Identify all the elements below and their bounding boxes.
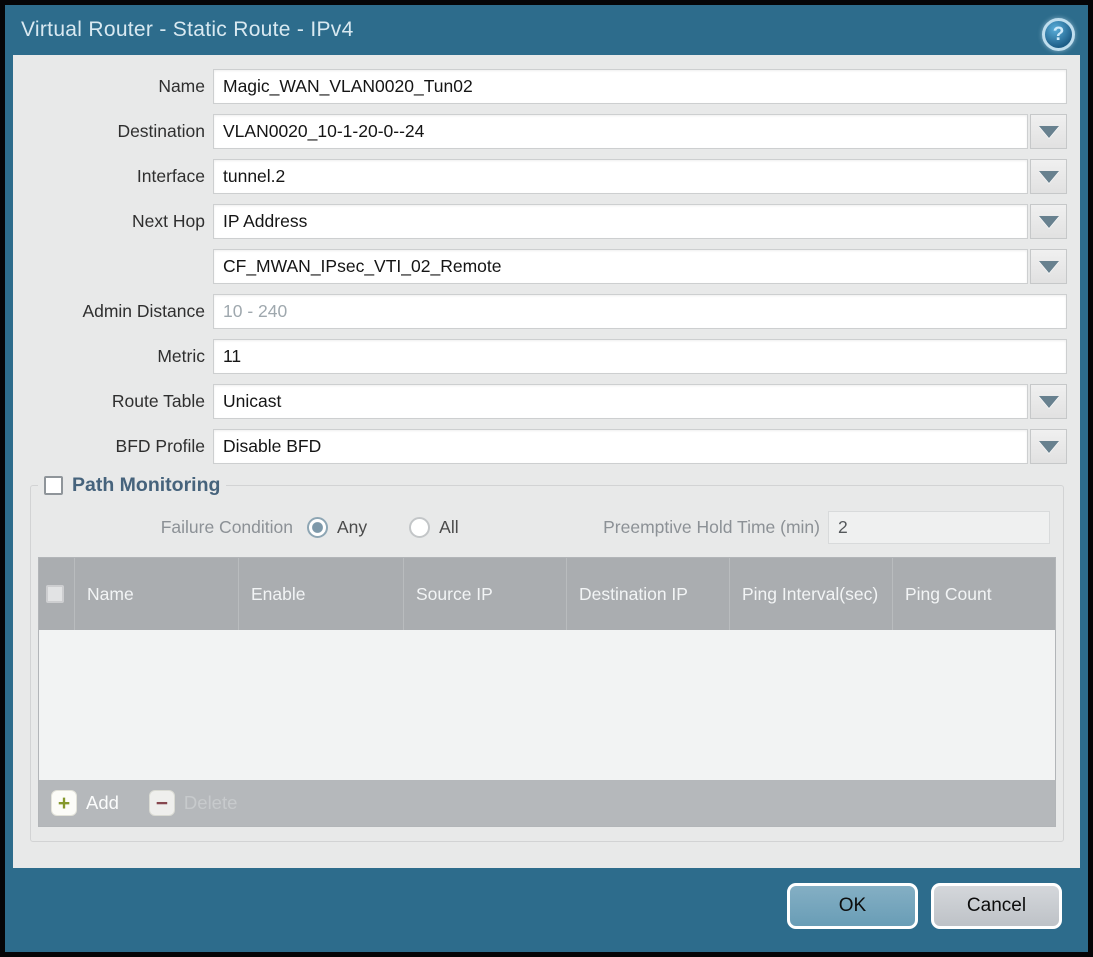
add-button[interactable]: + Add: [51, 790, 119, 816]
next-hop-address-input[interactable]: [213, 249, 1028, 284]
chevron-down-icon: [1039, 171, 1059, 183]
cancel-button[interactable]: Cancel: [931, 883, 1062, 929]
ok-button[interactable]: OK: [787, 883, 918, 929]
metric-input[interactable]: [213, 339, 1067, 374]
interface-dropdown-button[interactable]: [1030, 159, 1067, 194]
dialog-body: Name Destination Interface: [13, 55, 1080, 868]
failure-condition-row: Failure Condition Any All Preemptive Hol…: [38, 511, 1056, 544]
next-hop-label: Next Hop: [13, 211, 205, 232]
bfd-profile-selected-value: Disable BFD: [223, 436, 321, 457]
next-hop-dropdown-button[interactable]: [1030, 204, 1067, 239]
name-input[interactable]: [213, 69, 1067, 104]
column-header-ping-count: Ping Count: [893, 558, 1055, 630]
form-row-next-hop-address: [13, 249, 1067, 284]
route-table-selected-value: Unicast: [223, 391, 281, 412]
form-row-route-table: Route Table Unicast: [13, 384, 1067, 419]
admin-distance-input[interactable]: [213, 294, 1067, 329]
path-monitoring-legend: Path Monitoring: [38, 474, 226, 497]
route-table-dropdown-button[interactable]: [1030, 384, 1067, 419]
path-monitoring-table-header: Name Enable Source IP Destination IP Pin…: [39, 558, 1055, 630]
next-hop-selected-value: IP Address: [223, 211, 307, 232]
add-button-label: Add: [86, 792, 119, 814]
destination-input[interactable]: [213, 114, 1028, 149]
form-row-metric: Metric: [13, 339, 1067, 374]
header-checkbox-cell: [39, 558, 75, 630]
radio-all-label: All: [439, 517, 458, 538]
form-row-bfd-profile: BFD Profile Disable BFD: [13, 429, 1067, 464]
interface-label: Interface: [13, 166, 205, 187]
path-monitoring-group: Path Monitoring Failure Condition Any Al…: [30, 474, 1064, 842]
name-label: Name: [13, 76, 205, 97]
dialog-window: Virtual Router - Static Route - IPv4 ? N…: [5, 5, 1088, 952]
form-row-interface: Interface: [13, 159, 1067, 194]
column-header-source-ip: Source IP: [404, 558, 567, 630]
chevron-down-icon: [1039, 396, 1059, 408]
path-monitoring-title: Path Monitoring: [72, 474, 220, 497]
radio-all-icon: [409, 517, 430, 538]
bfd-profile-dropdown-button[interactable]: [1030, 429, 1067, 464]
route-table-select[interactable]: Unicast: [213, 384, 1028, 419]
next-hop-select[interactable]: IP Address: [213, 204, 1028, 239]
interface-input[interactable]: [213, 159, 1028, 194]
select-all-checkbox[interactable]: [46, 585, 64, 603]
metric-label: Metric: [13, 346, 205, 367]
delete-button[interactable]: − Delete: [149, 790, 237, 816]
destination-dropdown-button[interactable]: [1030, 114, 1067, 149]
dialog-titlebar: Virtual Router - Static Route - IPv4: [5, 5, 1088, 55]
column-header-ping-interval: Ping Interval(sec): [730, 558, 893, 630]
path-monitoring-table: Name Enable Source IP Destination IP Pin…: [38, 557, 1056, 827]
failure-condition-option-all[interactable]: All: [409, 517, 458, 538]
bfd-profile-select[interactable]: Disable BFD: [213, 429, 1028, 464]
failure-condition-option-any[interactable]: Any: [307, 517, 367, 538]
preemptive-hold-time-label: Preemptive Hold Time (min): [603, 517, 820, 538]
dialog-title: Virtual Router - Static Route - IPv4: [21, 18, 354, 42]
route-table-label: Route Table: [13, 391, 205, 412]
column-header-name: Name: [75, 558, 239, 630]
next-hop-address-dropdown-button[interactable]: [1030, 249, 1067, 284]
chevron-down-icon: [1039, 126, 1059, 138]
failure-condition-label: Failure Condition: [38, 517, 293, 538]
bfd-profile-label: BFD Profile: [13, 436, 205, 457]
form-row-name: Name: [13, 69, 1067, 104]
radio-any-label: Any: [337, 517, 367, 538]
path-monitoring-checkbox[interactable]: [44, 476, 63, 495]
radio-any-icon: [307, 517, 328, 538]
chevron-down-icon: [1039, 261, 1059, 273]
destination-label: Destination: [13, 121, 205, 142]
help-icon[interactable]: ?: [1042, 18, 1075, 51]
delete-icon: −: [149, 790, 175, 816]
path-monitoring-table-body: [39, 630, 1055, 780]
chevron-down-icon: [1039, 216, 1059, 228]
form-row-admin-distance: Admin Distance: [13, 294, 1067, 329]
preemptive-hold-time-input[interactable]: [828, 511, 1050, 544]
form-row-next-hop: Next Hop IP Address: [13, 204, 1067, 239]
form-row-destination: Destination: [13, 114, 1067, 149]
chevron-down-icon: [1039, 441, 1059, 453]
column-header-enable: Enable: [239, 558, 404, 630]
add-icon: +: [51, 790, 77, 816]
help-icon-glyph: ?: [1053, 24, 1065, 46]
dialog-footer: OK Cancel: [787, 883, 1062, 929]
path-monitoring-table-toolbar: + Add − Delete: [39, 780, 1055, 826]
column-header-destination-ip: Destination IP: [567, 558, 730, 630]
admin-distance-label: Admin Distance: [13, 301, 205, 322]
delete-button-label: Delete: [184, 792, 237, 814]
